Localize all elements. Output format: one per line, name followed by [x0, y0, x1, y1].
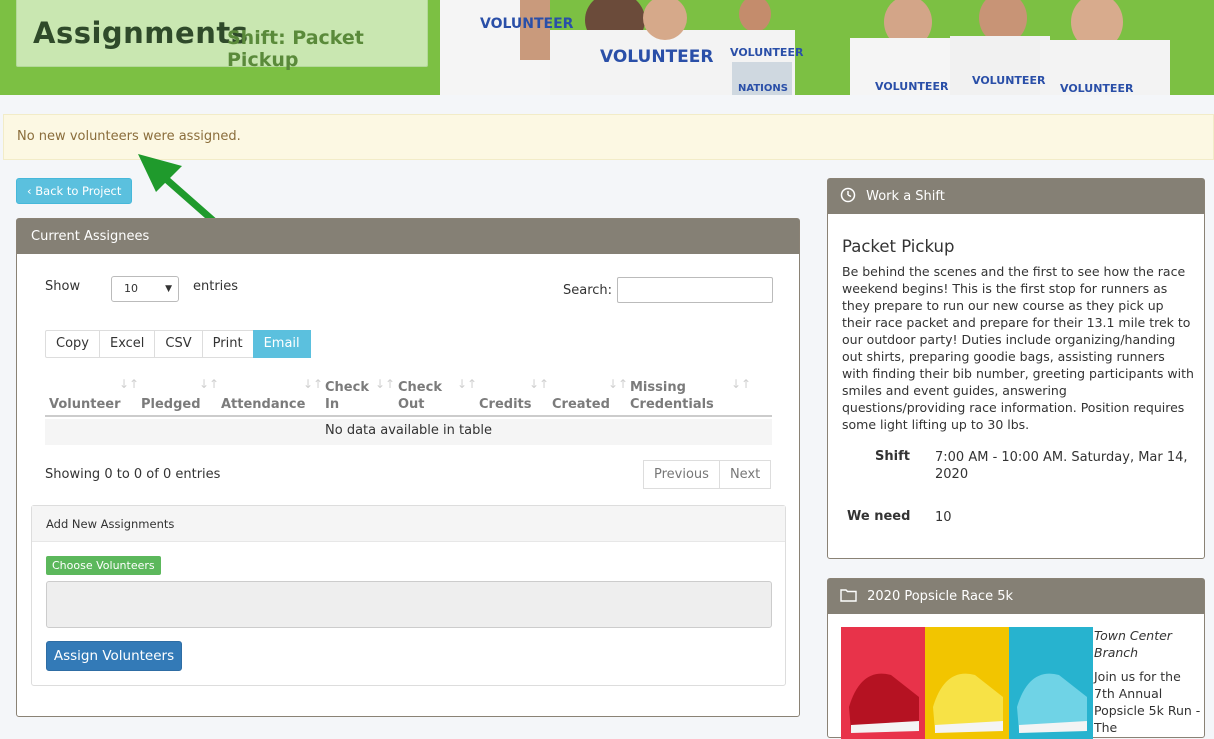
csv-button[interactable]: CSV — [154, 330, 203, 358]
shift-name: Packet Pickup — [842, 237, 955, 256]
sort-icon: ↓↑ — [303, 377, 324, 391]
project-blurb: Join us for the 7th Annual Popsicle 5k R… — [1094, 669, 1201, 735]
sort-icon: ↓↑ — [457, 377, 478, 391]
choose-volunteers-button[interactable]: Choose Volunteers — [46, 556, 161, 575]
svg-text:VOLUNTEER: VOLUNTEER — [600, 47, 713, 67]
empty-table-row: No data available in table — [45, 419, 772, 445]
svg-text:VOLUNTEER: VOLUNTEER — [1060, 82, 1134, 95]
back-button-label: Back to Project — [35, 184, 122, 198]
chevron-left-icon: ‹ — [27, 184, 32, 198]
project-branch: Town Center Branch — [1094, 628, 1172, 660]
copy-button[interactable]: Copy — [45, 330, 100, 358]
clock-icon — [840, 187, 856, 203]
shift-time: 7:00 AM - 10:00 AM. Saturday, Mar 14, 20… — [935, 450, 1188, 482]
column-credits[interactable]: Credits — [479, 379, 531, 413]
column-pledged[interactable]: Pledged — [141, 379, 201, 413]
email-button[interactable]: Email — [252, 330, 311, 358]
page-title-box: Assignments Shift: Packet Pickup — [16, 0, 428, 71]
svg-text:VOLUNTEER: VOLUNTEER — [875, 80, 949, 93]
need-value: 10 — [935, 510, 952, 525]
project-panel: 2020 Popsicle Race 5k Town Center Branch… — [827, 578, 1205, 739]
sort-icon: ↓↑ — [608, 377, 629, 391]
sort-icon: ↓↑ — [119, 377, 140, 391]
header-banner: VOLUNTEER VOLUNTEER VOLUNTEER NATIONS VO… — [0, 0, 1214, 95]
page-subtitle: Shift: Packet Pickup — [227, 27, 364, 71]
volunteers-textarea[interactable] — [46, 581, 772, 628]
back-to-project-button[interactable]: ‹ Back to Project — [16, 178, 132, 204]
panel-title: Current Assignees — [17, 219, 799, 254]
race-image — [841, 627, 1093, 739]
current-assignees-panel: Current Assignees Show 10 ▼ entries Sear… — [16, 218, 800, 717]
svg-text:NATIONS: NATIONS — [738, 83, 788, 94]
page-title: Assignments — [33, 16, 249, 50]
pagination: Previous Next — [643, 460, 772, 489]
column-created[interactable]: Created — [552, 379, 610, 413]
show-label: Show — [45, 279, 81, 294]
search-label: Search: — [563, 283, 613, 298]
sort-icon: ↓↑ — [375, 377, 396, 391]
work-shift-header: Work a Shift — [828, 179, 1204, 214]
entries-label: entries — [193, 279, 239, 294]
column-volunteer[interactable]: Volunteer — [49, 379, 121, 413]
project-title: 2020 Popsicle Race 5k — [867, 589, 1014, 604]
svg-text:VOLUNTEER: VOLUNTEER — [730, 46, 804, 59]
svg-text:VOLUNTEER: VOLUNTEER — [972, 74, 1046, 87]
table-header: Volunteer ↓↑ Pledged ↓↑ Attendance ↓↑ Ch… — [45, 377, 772, 417]
print-button[interactable]: Print — [201, 330, 254, 358]
column-check-in[interactable]: Check In — [325, 379, 369, 413]
assign-volunteers-button[interactable]: Assign Volunteers — [46, 641, 182, 671]
previous-page-button[interactable]: Previous — [643, 460, 720, 489]
search-input[interactable] — [617, 277, 773, 303]
add-assignments-title: Add New Assignments — [32, 506, 785, 542]
need-label: We need — [847, 509, 911, 524]
sort-icon: ↓↑ — [731, 377, 752, 391]
shift-label: Shift — [875, 449, 910, 464]
work-shift-panel: Work a Shift Packet Pickup Be behind the… — [827, 178, 1205, 559]
page-size-select[interactable]: 10 ▼ — [111, 276, 179, 302]
shift-description: Be behind the scenes and the first to se… — [842, 264, 1194, 432]
page-size-control: Show 10 ▼ entries — [45, 276, 238, 302]
project-header: 2020 Popsicle Race 5k — [828, 579, 1204, 614]
column-missing-credentials[interactable]: Missing Credentials — [630, 379, 714, 413]
table-info: Showing 0 to 0 of 0 entries — [45, 467, 221, 482]
caret-down-icon: ▼ — [165, 284, 172, 294]
svg-text:VOLUNTEER: VOLUNTEER — [480, 16, 574, 32]
export-buttons: Copy Excel CSV Print Email — [45, 330, 311, 358]
volunteers-photo: VOLUNTEER VOLUNTEER VOLUNTEER NATIONS VO… — [420, 0, 1214, 95]
folder-icon — [840, 589, 857, 602]
next-page-button[interactable]: Next — [718, 460, 772, 489]
column-check-out[interactable]: Check Out — [398, 379, 442, 413]
sort-icon: ↓↑ — [529, 377, 550, 391]
page-size-value: 10 — [124, 282, 138, 295]
excel-button[interactable]: Excel — [98, 330, 156, 358]
column-attendance[interactable]: Attendance — [221, 379, 305, 413]
add-assignments-panel: Add New Assignments Choose Volunteers As… — [31, 505, 786, 686]
work-shift-title: Work a Shift — [866, 189, 945, 204]
sort-icon: ↓↑ — [199, 377, 220, 391]
